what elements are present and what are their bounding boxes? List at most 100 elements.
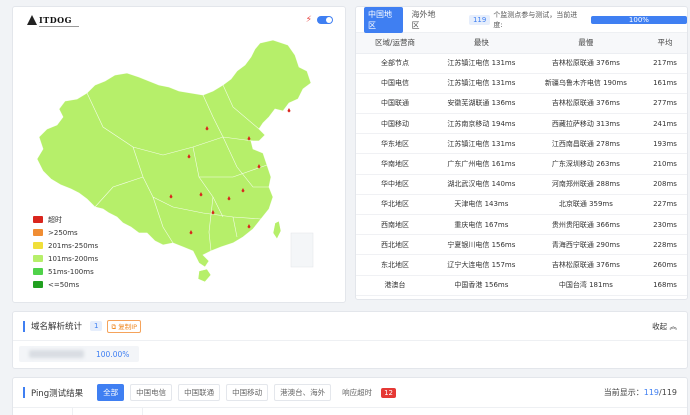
cell-fastest: 中国香港 156ms (434, 275, 529, 296)
tab-overseas[interactable]: 海外地区 (407, 7, 446, 33)
cell-fastest: 辽宁大连电信 157ms (434, 254, 529, 276)
table-row[interactable]: 中国电信 江苏镇江电信 131ms 新疆乌鲁木齐电信 190ms 161ms (356, 73, 687, 94)
cell-region: 东北地区 (356, 254, 434, 276)
cell-fastest: 江苏镇江电信 131ms (434, 73, 529, 94)
cell-slowest: 中国台湾 181ms (528, 275, 643, 296)
table-row[interactable]: 东北地区 辽宁大连电信 157ms 吉林松原联通 376ms 260ms (356, 254, 687, 276)
cell-fastest: 天津电信 143ms (434, 194, 529, 216)
cell-average: 161ms (643, 73, 687, 94)
cell-fastest: 广东广州电信 161ms (434, 153, 529, 175)
col-average: 平均 (643, 33, 687, 54)
table-row[interactable]: 华东地区 江苏镇江电信 131ms 江西南昌联通 278ms 193ms (356, 133, 687, 155)
latency-legend: 超时 >250ms 201ms-250ms 101ms-200ms 51ms-100ms… (33, 213, 98, 291)
cell-average: 210ms (643, 153, 687, 175)
cell-region: 港澳台 (356, 275, 434, 296)
timeout-count-badge: 12 (381, 387, 397, 398)
display-total: /119 (659, 388, 677, 397)
legend-swatch (33, 281, 43, 288)
dns-count-badge: 1 (90, 321, 103, 331)
logo: ITDOG (27, 15, 72, 25)
legend-item[interactable]: >250ms (33, 226, 98, 239)
col-slowest: 最慢 (528, 33, 643, 54)
cell-fastest: 江苏镇江电信 131ms (434, 53, 529, 74)
progress-label: 100% (628, 15, 649, 24)
collapse-button[interactable]: 收起 ︽ (652, 321, 677, 332)
results-panel: 中国地区 海外地区 119 个监测点参与测试，当前进度: 100% 区域/运营商… (355, 6, 688, 300)
legend-swatch (33, 229, 43, 236)
table-row[interactable]: 西南地区 重庆电信 167ms 贵州贵阳联通 366ms 230ms (356, 214, 687, 236)
filter-overseas[interactable]: 港澳台、海外 (274, 384, 332, 401)
legend-item[interactable]: 超时 (33, 213, 98, 226)
region-tab-bar: 中国地区 海外地区 119 个监测点参与测试，当前进度: 100% (356, 6, 687, 33)
legend-label: 201ms-250ms (48, 241, 99, 250)
cell-average: 168ms (643, 275, 687, 296)
filter-mobile[interactable]: 中国移动 (226, 384, 269, 401)
cell-average: 228ms (643, 234, 687, 256)
table-row[interactable]: 港澳台 中国香港 156ms 中国台湾 181ms 168ms (356, 275, 687, 296)
location-marker-icon[interactable] (287, 108, 291, 113)
cell-slowest: 江西南昌联通 278ms (528, 133, 643, 155)
cell-fastest: 宁夏银川电信 156ms (434, 234, 529, 256)
display-count: 当前显示：119/119 (604, 387, 677, 398)
legend-item[interactable]: <=50ms (33, 278, 98, 291)
map-panel: ITDOG ⚡ 超时 >250ms 201ms-250ms 101ms-200ms 51… (12, 6, 346, 303)
cell-region: 中国移动 (356, 113, 434, 135)
taiwan-island[interactable] (272, 220, 282, 240)
filter-unicom[interactable]: 中国联通 (178, 384, 221, 401)
legend-item[interactable]: 51ms-100ms (33, 265, 98, 278)
bolt-icon[interactable]: ⚡ (306, 15, 312, 25)
legend-item[interactable]: 201ms-250ms (33, 239, 98, 252)
cell-average: 241ms (643, 113, 687, 135)
progress-text: 个监测点参与测试，当前进度: (493, 10, 578, 29)
copy-ip-button[interactable]: ⧉ 复制IP (107, 319, 142, 333)
table-row[interactable]: 华南地区 广东广州电信 161ms 广东深圳移动 263ms 210ms (356, 153, 687, 175)
logo-underline (39, 26, 79, 27)
legend-label: 51ms-100ms (48, 267, 94, 276)
redacted-ip (29, 350, 84, 358)
progress-area: 119 个监测点参与测试，当前进度: 100% (468, 10, 687, 30)
table-row[interactable]: 中国联通 安徽芜湖联通 136ms 吉林松原联通 376ms 277ms (356, 93, 687, 115)
cell-region: 华东地区 (356, 133, 434, 155)
dns-percent: 100.00% (96, 349, 130, 359)
table-row[interactable]: 西北地区 宁夏银川电信 156ms 青海西宁联通 290ms 228ms (356, 234, 687, 256)
collapse-label: 收起 (652, 321, 668, 331)
dns-panel: 域名解析统计 1 ⧉ 复制IP 收起 ︽ 100.00% (12, 311, 688, 369)
col-region: 区域/运营商 (356, 33, 434, 54)
logo-text: ITDOG (39, 15, 72, 25)
display-shown: 119 (643, 388, 660, 397)
cell-slowest: 西藏拉萨移动 313ms (528, 113, 643, 135)
cell-region: 华中地区 (356, 174, 434, 195)
filter-all[interactable]: 全部 (97, 384, 125, 401)
cell-slowest: 吉林松原联通 376ms (528, 93, 643, 115)
cell-average: 277ms (643, 93, 687, 115)
cell-average: 230ms (643, 214, 687, 236)
filter-telecom[interactable]: 中国电信 (130, 384, 173, 401)
table-row[interactable]: 华北地区 天津电信 143ms 北京联通 359ms 227ms (356, 194, 687, 216)
legend-swatch (33, 255, 43, 262)
legend-swatch (33, 242, 43, 249)
tab-domestic[interactable]: 中国地区 (364, 6, 404, 33)
south-sea-inset (290, 232, 314, 268)
cell-fastest: 江苏南京移动 194ms (434, 113, 529, 135)
table-row[interactable]: 全部节点 江苏镇江电信 131ms 吉林松原联通 376ms 217ms (356, 53, 687, 74)
legend-swatch (33, 216, 43, 223)
ping-title: Ping测试结果 (31, 388, 84, 399)
col-fastest: 最快 (434, 33, 529, 54)
cell-region: 华南地区 (356, 153, 434, 175)
cell-fastest: 安徽芜湖联通 136ms (434, 93, 529, 115)
hainan-island[interactable] (197, 268, 212, 283)
cell-slowest: 吉林松原联通 376ms (528, 254, 643, 276)
cell-fastest: 湖北武汉电信 140ms (434, 174, 529, 195)
filter-timeout[interactable]: 响应超时 (337, 385, 378, 400)
cell-fastest: 重庆电信 167ms (434, 214, 529, 236)
legend-item[interactable]: 101ms-200ms (33, 252, 98, 265)
cell-fastest: 江苏镇江电信 131ms (434, 133, 529, 155)
table-row[interactable]: 中国移动 江苏南京移动 194ms 西藏拉萨移动 313ms 241ms (356, 113, 687, 135)
dns-title: 域名解析统计 (31, 322, 83, 332)
map-toggle[interactable] (317, 16, 333, 24)
cell-average: 208ms (643, 174, 687, 195)
display-label: 当前显示： (603, 388, 644, 397)
cell-region: 中国联通 (356, 93, 434, 115)
ping-table-header (13, 408, 687, 415)
table-row[interactable]: 华中地区 湖北武汉电信 140ms 河南郑州联通 288ms 208ms (356, 174, 687, 195)
